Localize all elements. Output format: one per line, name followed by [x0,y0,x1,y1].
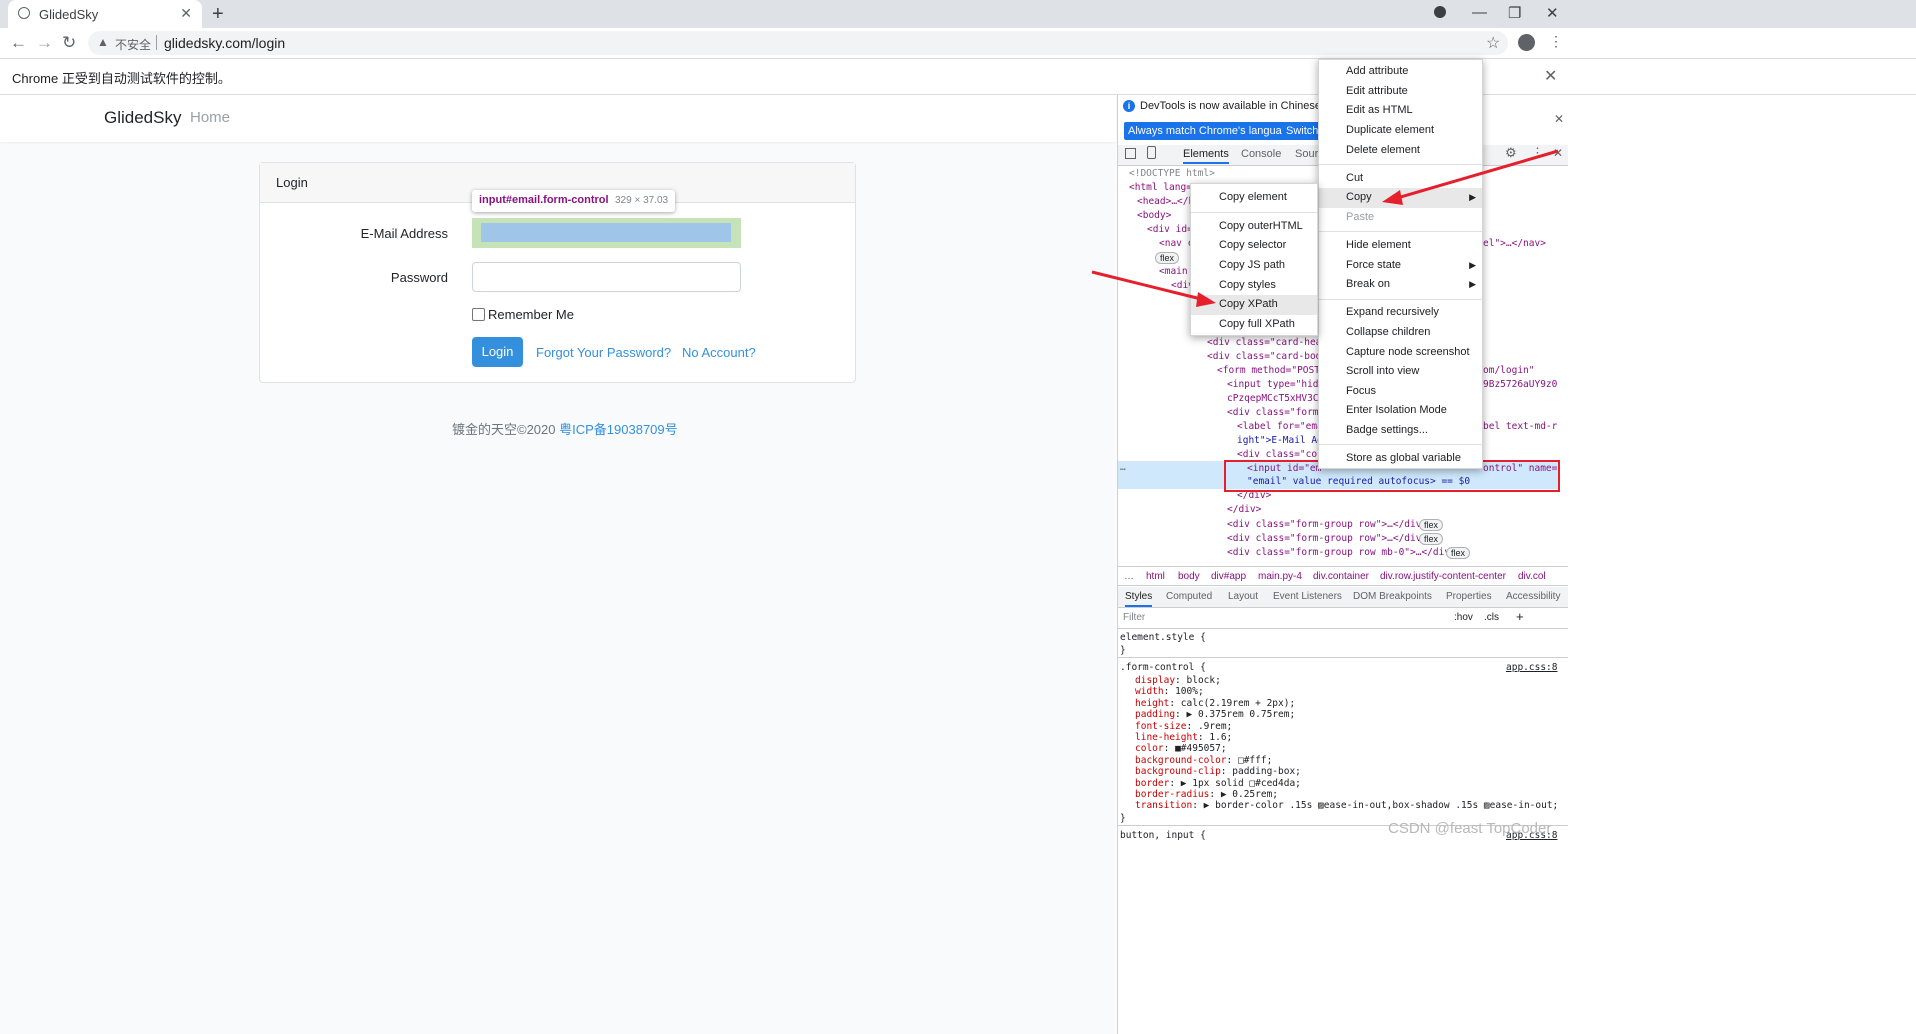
annotation-arrow-copy [1393,149,1559,201]
arrow-head-copy [1382,190,1403,205]
annotation-arrow-xpath [1091,270,1206,302]
arrow-head-xpath [1196,292,1216,307]
watermark: CSDN @feast TopCoder [1388,820,1552,837]
annotation-arrows [1091,149,1559,307]
